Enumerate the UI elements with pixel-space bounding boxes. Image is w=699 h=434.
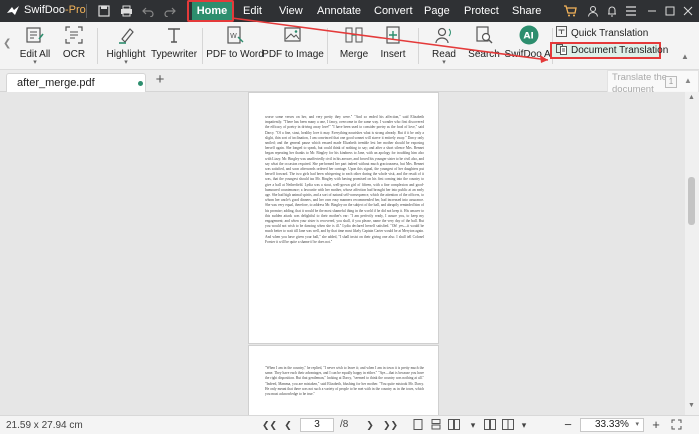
pdf-to-word-icon: W	[224, 24, 246, 46]
title-divider	[86, 4, 87, 18]
two-page-view-icon[interactable]	[448, 419, 460, 431]
minimize-icon[interactable]	[644, 3, 660, 19]
quick-translation-icon	[556, 26, 567, 40]
title-bar: SwifDoo-Pro Home Edit View Annotate Conv…	[0, 0, 699, 22]
ribbon-divider	[97, 28, 98, 64]
ai-icon: AI	[518, 24, 540, 46]
scroll-view-icon[interactable]	[430, 419, 442, 431]
swifdoo-ai-button[interactable]: AI SwifDoo AI	[505, 24, 553, 68]
total-pages-label: /8	[340, 419, 349, 430]
search-icon	[473, 24, 495, 46]
book-view-icon[interactable]	[502, 419, 514, 431]
first-page-icon[interactable]: ❮❮	[262, 419, 277, 431]
book-view-dropdown-icon[interactable]: ▾	[518, 419, 530, 431]
pdf-to-word-button[interactable]: W PDF to Word	[206, 24, 264, 68]
insert-button[interactable]: Insert	[377, 24, 409, 68]
fit-page-icon[interactable]	[670, 419, 682, 431]
page-text: worse some verses on her, and very prett…	[265, 115, 424, 244]
status-bar: 21.59 x 27.94 cm ❮❮ ❮ 3 /8 ❯ ❯❯ ▾ ▾ − 33…	[0, 415, 699, 434]
two-page-scroll-icon[interactable]	[484, 419, 496, 431]
insert-page-icon	[382, 24, 404, 46]
document-tab-title: after_merge.pdf	[17, 77, 95, 89]
menu-convert[interactable]: Convert	[374, 3, 413, 19]
last-page-icon[interactable]: ❯❯	[383, 419, 398, 431]
merge-button[interactable]: Merge	[336, 24, 372, 68]
account-icon[interactable]	[585, 3, 601, 19]
menu-protect[interactable]: Protect	[464, 3, 499, 19]
edit-all-button[interactable]: Edit All ▾	[16, 24, 54, 68]
svg-text:W: W	[230, 32, 237, 40]
read-button[interactable]: Read ▾	[426, 24, 462, 68]
vertical-scrollbar[interactable]: ▲ ▼	[685, 92, 699, 415]
document-tab-strip: after_merge.pdf +	[0, 70, 699, 92]
scroll-up-icon[interactable]: ▲	[688, 94, 695, 101]
collapse-ribbon-icon[interactable]: ▲	[681, 52, 691, 62]
next-page-icon[interactable]: ❯	[364, 419, 376, 431]
menu-annotate[interactable]: Annotate	[317, 3, 361, 19]
zoom-select[interactable]: 33.33% ▾	[580, 418, 644, 432]
pdf-page: "When I am in the country," he replied, …	[248, 345, 439, 415]
read-aloud-icon	[433, 24, 455, 46]
scrollbar-thumb[interactable]	[688, 177, 695, 225]
undo-icon[interactable]	[140, 3, 156, 19]
print-icon[interactable]	[118, 3, 134, 19]
page-view-dropdown-icon[interactable]: ▾	[467, 419, 479, 431]
app-name: SwifDoo-Pro	[24, 4, 86, 16]
single-page-view-icon[interactable]	[412, 419, 424, 431]
ribbon-scroll-left-icon[interactable]: ❮	[3, 38, 11, 52]
ribbon-divider	[327, 28, 328, 64]
page-size-label: 21.59 x 27.94 cm	[6, 420, 83, 431]
edit-text-icon	[24, 24, 46, 46]
ribbon-divider	[418, 28, 419, 64]
scroll-up-arrow-icon[interactable]: ▲	[684, 76, 692, 85]
document-translation-button[interactable]: Document Translation	[556, 43, 668, 58]
previous-page-icon[interactable]: ❮	[282, 419, 294, 431]
pdf-to-image-icon	[282, 24, 304, 46]
highlight-button[interactable]: Highlight ▾	[104, 24, 148, 68]
document-viewer[interactable]: worse some verses on her, and very prett…	[0, 92, 685, 415]
ribbon-divider	[202, 28, 203, 64]
add-tab-button[interactable]: +	[152, 72, 168, 88]
menu-view[interactable]: View	[279, 3, 303, 19]
current-page-input[interactable]: 3	[300, 418, 334, 432]
svg-text:AI: AI	[524, 32, 534, 42]
menu-page[interactable]: Page	[424, 3, 450, 19]
typewriter-button[interactable]: Typewriter	[151, 24, 197, 68]
zoom-out-icon[interactable]: −	[562, 418, 574, 431]
quick-translation-button[interactable]: Quick Translation	[556, 26, 648, 40]
menu-edit[interactable]: Edit	[243, 3, 262, 19]
dropdown-caret-icon: ▾	[124, 59, 128, 66]
save-icon[interactable]	[96, 3, 112, 19]
notification-bell-icon[interactable]	[604, 3, 620, 19]
document-translation-icon	[556, 43, 567, 58]
maximize-icon[interactable]	[662, 3, 678, 19]
swifdoo-logo-icon	[6, 4, 20, 18]
pdf-page: worse some verses on her, and very prett…	[248, 92, 439, 344]
page-text: "When I am in the country," he replied, …	[265, 366, 424, 397]
pdf-to-image-button[interactable]: PDF to Image	[262, 24, 324, 68]
typewriter-icon	[163, 24, 185, 46]
highlighter-icon	[115, 24, 137, 46]
tooltip-badge-icon: 1	[665, 76, 677, 88]
home-highlight-box	[187, 0, 234, 22]
zoom-dropdown-icon: ▾	[635, 421, 639, 428]
ocr-icon	[63, 24, 85, 46]
ocr-button[interactable]: OCR	[58, 24, 90, 68]
redo-icon[interactable]	[162, 3, 178, 19]
scroll-down-icon[interactable]: ▼	[688, 402, 695, 409]
search-button[interactable]: Search	[466, 24, 502, 68]
dropdown-caret-icon: ▾	[33, 59, 37, 66]
document-tab[interactable]: after_merge.pdf	[6, 73, 146, 92]
close-icon[interactable]	[680, 3, 696, 19]
dropdown-caret-icon: ▾	[442, 59, 446, 66]
menu-icon[interactable]	[623, 3, 639, 19]
zoom-in-icon[interactable]: +	[650, 418, 662, 431]
cart-icon[interactable]	[562, 3, 578, 19]
unsaved-indicator-dot	[138, 81, 143, 86]
merge-icon	[343, 24, 365, 46]
menu-share[interactable]: Share	[512, 3, 541, 19]
